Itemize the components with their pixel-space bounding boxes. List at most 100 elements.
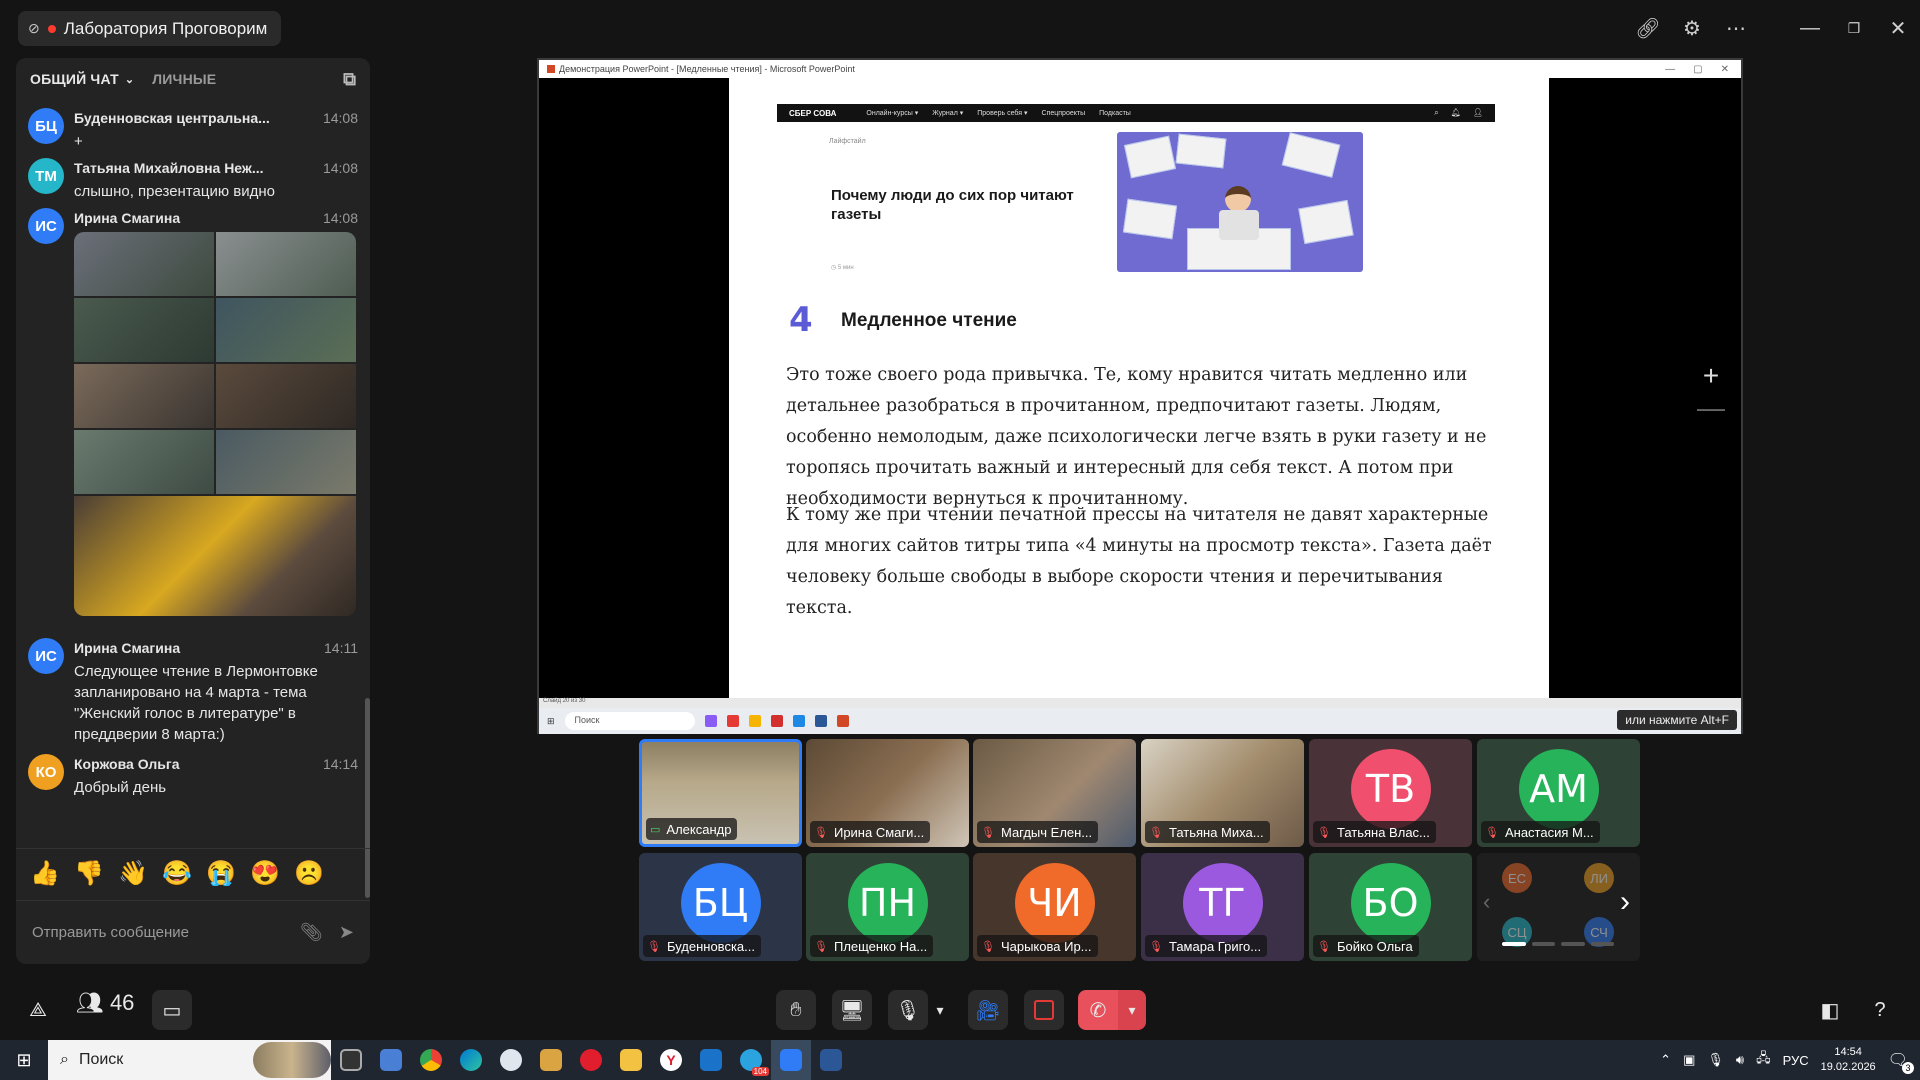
photo-thumbnail[interactable] <box>74 298 214 362</box>
more-icon[interactable]: ⋯ <box>1714 0 1758 56</box>
cry-reaction[interactable]: 😭 <box>206 859 236 888</box>
photo-thumbnail[interactable] <box>216 430 356 494</box>
leave-options-button[interactable]: ▾ <box>1118 990 1146 1030</box>
minimize-icon[interactable]: — <box>1788 0 1832 56</box>
language-indicator[interactable]: РУС <box>1783 1053 1809 1068</box>
participant-tile[interactable]: ПН 🎙︎ Плещенко На... <box>806 853 969 961</box>
taskbar-app[interactable] <box>411 1040 451 1080</box>
camera-button[interactable]: 🎥︎ <box>968 990 1008 1030</box>
participant-label: 🎙︎ Анастасия М... <box>1481 821 1600 843</box>
zoom-in-icon[interactable]: + <box>1697 360 1725 392</box>
taskbar-app[interactable] <box>571 1040 611 1080</box>
people-icon: 👥︎ <box>76 990 104 1015</box>
participant-tile[interactable]: 🎙︎ Ирина Смаги... <box>806 739 969 847</box>
popout-icon[interactable]: ⧉ <box>343 69 356 90</box>
call-controls: ⟁ 👥︎ 46 ▭ ✋︎ 🖥︎ 🎙︎ ▾ 🎥︎ ✆ ▾ ◧ ? <box>0 980 1920 1040</box>
participant-name: Магдыч Елен... <box>1000 824 1093 840</box>
chat-message: КО Коржова Ольга 14:14 Добрый день <box>28 754 358 804</box>
more-participants-tile[interactable]: ЕС ЛИ СЦ СЧ ‹ › <box>1477 853 1640 961</box>
taskbar-app[interactable] <box>811 1040 851 1080</box>
photo-thumbnail[interactable] <box>74 232 214 296</box>
raise-hand-button[interactable]: ✋︎ <box>776 990 816 1030</box>
photo-thumbnail[interactable] <box>216 298 356 362</box>
chat-toggle-button[interactable]: ▭ <box>152 990 192 1030</box>
chevron-left-icon[interactable]: ‹ <box>1483 889 1490 915</box>
chevron-up-icon[interactable]: ⌃ <box>1660 1052 1671 1068</box>
attach-icon[interactable]: 📎︎ <box>300 922 323 943</box>
powerpoint-statusbar: Слайд 20 из 30 <box>539 698 1741 708</box>
shared-screen[interactable]: Демонстрация PowerPoint - [Медленные чте… <box>537 58 1743 734</box>
photo-thumbnail[interactable] <box>216 364 356 428</box>
article-illustration <box>1117 132 1363 272</box>
powerpoint-titlebar: Демонстрация PowerPoint - [Медленные чте… <box>539 60 1741 78</box>
participant-tile[interactable]: АМ 🎙︎ Анастасия М... <box>1477 739 1640 847</box>
message-input[interactable]: Отправить сообщение <box>32 924 284 941</box>
tab-private[interactable]: ЛИЧНЫЕ <box>152 71 216 87</box>
send-icon[interactable]: ➤ <box>339 922 354 943</box>
leave-call-button[interactable]: ✆ <box>1078 990 1118 1030</box>
help-icon[interactable]: ? <box>1860 990 1900 1030</box>
shapes-icon[interactable]: ⟁ <box>18 990 58 1030</box>
message-composer[interactable]: Отправить сообщение 📎︎ ➤ <box>16 900 370 964</box>
room-icon: ⊘ <box>28 20 40 36</box>
laugh-reaction[interactable]: 😂 <box>162 859 192 888</box>
participant-tile[interactable]: ТВ 🎙︎ Татьяна Влас... <box>1309 739 1472 847</box>
link-icon[interactable]: 🔗︎ <box>1626 0 1670 56</box>
record-button[interactable] <box>1024 990 1064 1030</box>
participant-tile[interactable]: 🎙︎ Магдыч Елен... <box>973 739 1136 847</box>
avatar: ТМ <box>28 158 64 194</box>
participant-tile[interactable]: 🎙︎ Татьяна Миха... <box>1141 739 1304 847</box>
participant-tile[interactable]: БО 🎙︎ Бойко Ольга <box>1309 853 1472 961</box>
wave-reaction[interactable]: 👋 <box>118 859 148 888</box>
layout-icon[interactable]: ◧ <box>1810 990 1850 1030</box>
participants-button[interactable]: 👥︎ 46 <box>76 990 134 1016</box>
close-icon[interactable]: ✕ <box>1876 0 1920 56</box>
photo-thumbnail[interactable] <box>74 430 214 494</box>
microphone-button[interactable]: 🎙︎ <box>888 990 928 1030</box>
mic-tray-icon[interactable]: 🎙︎ <box>1707 1052 1724 1068</box>
thumbs-up-reaction[interactable]: 👍 <box>30 859 60 888</box>
message-author: Коржова Ольга <box>74 756 180 772</box>
settings-gear-icon[interactable]: ⚙ <box>1670 0 1714 56</box>
taskbar-app[interactable] <box>371 1040 411 1080</box>
windows-start-icon[interactable]: ⊞ <box>0 1040 48 1080</box>
taskbar-app[interactable] <box>611 1040 651 1080</box>
camera-tray-icon[interactable]: ▣ <box>1683 1052 1695 1068</box>
taskbar-app[interactable]: 104 <box>731 1040 771 1080</box>
taskbar-search[interactable]: ⌕ Поиск <box>48 1040 331 1080</box>
taskbar-app[interactable] <box>691 1040 731 1080</box>
screen-share-button[interactable]: 🖥︎ <box>832 990 872 1030</box>
avatar: ИС <box>28 638 64 674</box>
photo-thumbnail[interactable] <box>74 364 214 428</box>
taskbar-app[interactable] <box>331 1040 371 1080</box>
notifications-icon[interactable]: 🗨︎ 3 <box>1888 1050 1914 1074</box>
recording-dot-icon <box>47 24 56 33</box>
network-icon[interactable]: 🖧 <box>1756 1049 1771 1071</box>
frown-reaction[interactable]: ☹️ <box>294 859 324 888</box>
taskbar-app[interactable] <box>451 1040 491 1080</box>
participant-tile[interactable]: БЦ 🎙︎ Буденновска... <box>639 853 802 961</box>
restore-icon[interactable]: ❐ <box>1832 0 1876 56</box>
taskbar-app[interactable] <box>771 1040 811 1080</box>
message-list[interactable]: БЦ Буденновская центральна... 14:08 + ТМ… <box>16 108 370 898</box>
tab-general-chat[interactable]: ОБЩИЙ ЧАТ ⌄ <box>30 71 134 87</box>
taskbar-app[interactable]: Y <box>651 1040 691 1080</box>
participant-tile[interactable]: ТГ 🎙︎ Тамара Григо... <box>1141 853 1304 961</box>
taskbar-app[interactable] <box>491 1040 531 1080</box>
participant-tile[interactable]: ЧИ 🎙︎ Чарыкова Ир... <box>973 853 1136 961</box>
zoom-out-icon[interactable]: — <box>1697 392 1725 424</box>
photo-thumbnail[interactable] <box>216 232 356 296</box>
heart-eyes-reaction[interactable]: 😍 <box>250 859 280 888</box>
chevron-right-icon[interactable]: › <box>1620 885 1630 919</box>
photo-gallery[interactable] <box>74 232 356 616</box>
thumbs-down-reaction[interactable]: 👎 <box>74 859 104 888</box>
photo-thumbnail[interactable] <box>74 496 356 616</box>
participant-tile[interactable]: ▭ Александр <box>639 739 802 847</box>
volume-icon[interactable]: 🔊︎ <box>1736 1052 1744 1068</box>
clock[interactable]: 14:54 19.02.2026 <box>1821 1045 1876 1075</box>
page-indicator <box>1502 942 1614 946</box>
mic-muted-icon: 🎙︎ <box>981 826 995 839</box>
mic-options-button[interactable]: ▾ <box>928 990 952 1030</box>
taskbar-app[interactable] <box>531 1040 571 1080</box>
room-title-pill[interactable]: ⊘ Лаборатория Проговорим <box>18 11 282 46</box>
